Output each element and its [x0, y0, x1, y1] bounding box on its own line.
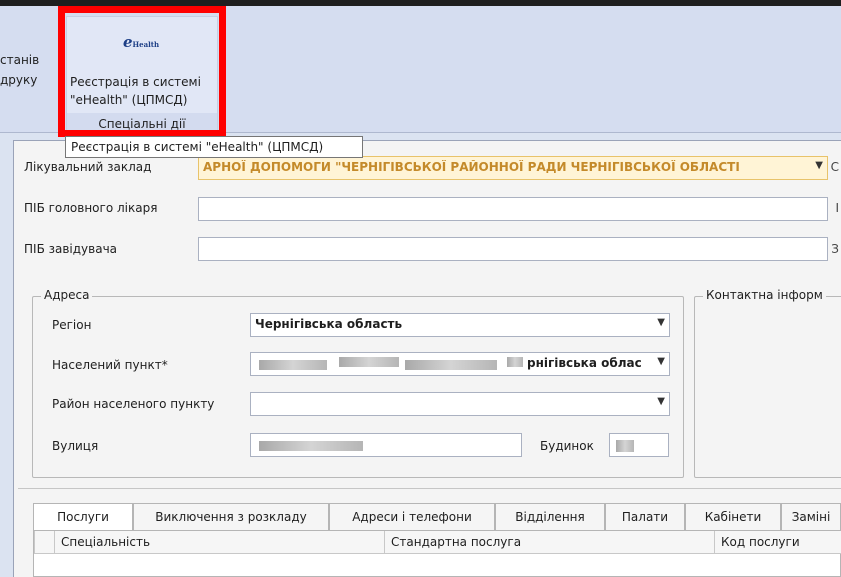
- chevron-down-icon[interactable]: ▼: [815, 160, 823, 171]
- redacted-block: [507, 357, 523, 367]
- contact-fieldset: Контактна інформ: [694, 288, 841, 478]
- column-service-code[interactable]: Код послуги: [714, 531, 841, 554]
- tab-cabinets[interactable]: Кабінети: [685, 503, 781, 530]
- tab-departments[interactable]: Відділення: [495, 503, 605, 530]
- region-label: Регіон: [52, 318, 92, 332]
- ribbon-toolbar: станів друку eHealth Реєстрація в систем…: [0, 6, 841, 136]
- services-grid: Спеціальність Стандартна послуга Код пос…: [33, 530, 841, 577]
- head-label: ПІБ завідувача: [24, 242, 118, 256]
- chevron-down-icon[interactable]: ▼: [657, 317, 665, 328]
- ehealth-icon-word: Health: [132, 40, 160, 49]
- street-field[interactable]: [250, 433, 522, 457]
- chevron-down-icon[interactable]: ▼: [657, 356, 665, 367]
- chief-doctor-field[interactable]: [198, 197, 828, 221]
- district-label: Район населеного пункту: [52, 397, 215, 411]
- chief-doctor-label: ПІБ головного лікаря: [24, 201, 158, 215]
- head-field[interactable]: [198, 237, 828, 261]
- row-indicator-header: [34, 531, 54, 554]
- building-label: Будинок: [540, 439, 594, 453]
- tab-replacements[interactable]: Заміні: [781, 503, 841, 530]
- contact-legend: Контактна інформ: [703, 288, 826, 302]
- grid-header: Спеціальність Стандартна послуга Код пос…: [34, 531, 841, 554]
- ribbon-left-label-2[interactable]: друку: [0, 70, 62, 90]
- ehealth-register-button[interactable]: Реєстрація в системі "eHealth" (ЦПМСД): [70, 73, 216, 109]
- region-value: Чернігівська область: [255, 317, 403, 331]
- settlement-value: рнігівська облас: [527, 356, 642, 370]
- tab-services[interactable]: Послуги: [33, 503, 133, 531]
- ehealth-register-label-1: Реєстрація в системі: [70, 75, 201, 89]
- settlement-select[interactable]: рнігівська облас ▼: [250, 352, 670, 376]
- settlement-label: Населений пункт*: [52, 358, 168, 372]
- group-caption: Спеціальні дії: [67, 113, 217, 135]
- redacted-block: [616, 440, 634, 452]
- facility-select[interactable]: АРНОЇ ДОПОМОГИ "ЧЕРНІГІВСЬКОЇ РАЙОННОЇ Р…: [198, 156, 828, 180]
- ribbon-separator: [62, 20, 63, 132]
- ribbon-left-label-1[interactable]: станів: [0, 50, 62, 70]
- address-legend: Адреса: [41, 288, 93, 302]
- column-specialty[interactable]: Спеціальність: [54, 531, 384, 554]
- redacted-block: [405, 360, 497, 370]
- tooltip: Реєстрація в системі "eHealth" (ЦПМСД): [65, 136, 363, 158]
- ribbon-left-group: станів друку: [0, 50, 62, 90]
- right-edge-mark-1: С: [830, 160, 839, 174]
- district-select[interactable]: ▼: [250, 392, 670, 416]
- redacted-block: [259, 360, 327, 370]
- right-edge-mark-2: I: [835, 201, 839, 215]
- ehealth-icon: eHealth: [123, 33, 159, 51]
- facility-value: АРНОЇ ДОПОМОГИ "ЧЕРНІГІВСЬКОЇ РАЙОННОЇ Р…: [203, 160, 740, 174]
- building-field[interactable]: [609, 433, 669, 457]
- right-edge-mark-3: З: [831, 242, 839, 256]
- special-actions-group: eHealth Реєстрація в системі "eHealth" (…: [66, 16, 218, 136]
- tabs-divider: [18, 488, 841, 489]
- tab-schedule-exclusions[interactable]: Виключення з розкладу: [133, 503, 329, 530]
- facility-label: Лікувальний заклад: [24, 160, 152, 174]
- ehealth-icon-letter: e: [123, 33, 133, 51]
- redacted-block: [259, 441, 363, 451]
- ehealth-register-label-2: "eHealth" (ЦПМСД): [70, 93, 188, 107]
- chevron-down-icon[interactable]: ▼: [657, 396, 665, 407]
- column-standard-service[interactable]: Стандартна послуга: [384, 531, 714, 554]
- street-label: Вулиця: [52, 439, 99, 453]
- tab-addresses-phones[interactable]: Адреси і телефони: [329, 503, 495, 530]
- region-select[interactable]: Чернігівська область ▼: [250, 313, 670, 337]
- tab-wards[interactable]: Палати: [605, 503, 685, 530]
- redacted-block: [339, 357, 399, 367]
